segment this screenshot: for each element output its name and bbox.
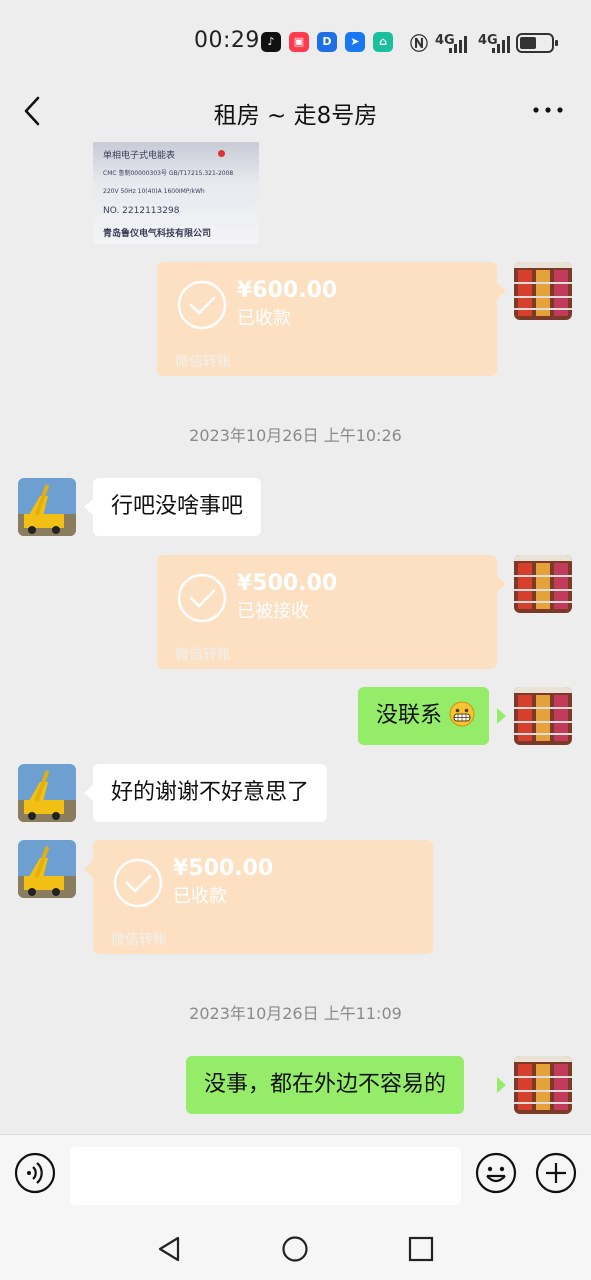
self-avatar[interactable] bbox=[514, 262, 572, 320]
transfer-footer: 微信转账 bbox=[111, 932, 167, 948]
transfer-footer: 微信转账 bbox=[175, 647, 231, 663]
self-avatar[interactable] bbox=[514, 687, 572, 745]
message-input[interactable] bbox=[70, 1147, 461, 1205]
grinning-face-emoji bbox=[449, 701, 475, 727]
check-circle-icon bbox=[113, 858, 163, 908]
transfer-card[interactable]: ¥500.00 已被接收 微信转账 bbox=[157, 555, 497, 669]
check-circle-icon bbox=[177, 573, 227, 623]
blue-arrow-app-icon: ➤ bbox=[345, 32, 365, 52]
input-bar bbox=[0, 1134, 591, 1223]
bubble-tail bbox=[84, 785, 93, 801]
tiktok-icon: ♪ bbox=[261, 32, 281, 52]
blue-d-app-icon: D bbox=[317, 32, 337, 52]
meter-led bbox=[218, 150, 225, 157]
transfer-card[interactable]: ¥500.00 已收款 微信转账 bbox=[93, 840, 433, 954]
check-circle-icon bbox=[177, 280, 227, 330]
meter-cert-text: CMC 鲁制00000303号 GB/T17215.321-2008 bbox=[103, 170, 234, 177]
self-avatar[interactable] bbox=[514, 1056, 572, 1114]
status-time: 00:29 bbox=[194, 28, 260, 53]
image-message[interactable]: 单相电子式电能表 CMC 鲁制00000303号 GB/T17215.321-2… bbox=[93, 142, 259, 244]
chat-header: 租房 ~ 走8号房 bbox=[0, 80, 591, 142]
contact-avatar[interactable] bbox=[18, 478, 76, 536]
system-nav-bar bbox=[0, 1222, 591, 1280]
bubble-tail bbox=[84, 499, 93, 515]
self-avatar[interactable] bbox=[514, 555, 572, 613]
sent-text-bubble[interactable]: 没事，都在外边不容易的 bbox=[186, 1056, 465, 1114]
nav-recents-icon[interactable] bbox=[406, 1234, 436, 1264]
bubble-tail bbox=[497, 283, 506, 299]
message-list[interactable]: 单相电子式电能表 CMC 鲁制00000303号 GB/T17215.321-2… bbox=[0, 142, 591, 1134]
message-timestamp: 2023年10月26日 上午11:09 bbox=[189, 1004, 402, 1023]
battery-icon bbox=[516, 33, 558, 53]
status-bar: 00:29 ♪ ▣ D ➤ ⌂ Ⓝ 4G 4G bbox=[0, 0, 591, 80]
contact-avatar[interactable] bbox=[18, 840, 76, 898]
message-timestamp: 2023年10月26日 上午10:26 bbox=[189, 426, 402, 445]
transfer-card[interactable]: ¥600.00 已收款 微信转账 bbox=[157, 262, 497, 376]
voice-icon[interactable] bbox=[14, 1152, 56, 1194]
nav-home-icon[interactable] bbox=[280, 1234, 310, 1264]
bubble-tail bbox=[497, 708, 506, 724]
bubble-tail bbox=[497, 576, 506, 592]
transfer-footer: 微信转账 bbox=[175, 354, 231, 370]
received-text-bubble[interactable]: 好的谢谢不好意思了 bbox=[93, 764, 328, 822]
meter-no-text: NO. 2212113298 bbox=[103, 206, 180, 216]
meter-specs-text: 220V 50Hz 10(40)A 1600IMP/kWh bbox=[103, 188, 205, 195]
received-text-bubble[interactable]: 行吧没啥事吧 bbox=[93, 478, 262, 536]
signal-icon bbox=[492, 36, 510, 53]
transfer-amount: ¥500.00 bbox=[237, 571, 338, 596]
contact-avatar[interactable] bbox=[18, 764, 76, 822]
transfer-amount: ¥600.00 bbox=[237, 278, 338, 303]
transfer-amount: ¥500.00 bbox=[173, 856, 274, 881]
transfer-status: 已收款 bbox=[237, 308, 291, 329]
meter-model-text: 单相电子式电能表 bbox=[103, 151, 176, 161]
transfer-status: 已被接收 bbox=[237, 601, 309, 622]
meter-maker-text: 青岛鲁仪电气科技有限公司 bbox=[103, 229, 212, 239]
teal-home-app-icon: ⌂ bbox=[373, 32, 393, 52]
emoji-icon[interactable] bbox=[475, 1152, 517, 1194]
sent-text: 没联系 bbox=[376, 703, 443, 728]
plus-icon[interactable] bbox=[535, 1152, 577, 1194]
transfer-status: 已收款 bbox=[173, 886, 227, 907]
sent-text-bubble[interactable]: 没联系 bbox=[358, 687, 490, 745]
chat-title: 租房 ~ 走8号房 bbox=[213, 103, 378, 129]
nfc-icon: Ⓝ bbox=[410, 34, 428, 55]
bubble-tail bbox=[84, 861, 93, 877]
red-app-icon: ▣ bbox=[289, 32, 309, 52]
bubble-tail bbox=[497, 1077, 506, 1093]
signal-icon bbox=[449, 36, 467, 53]
nav-back-icon[interactable] bbox=[154, 1234, 184, 1264]
more-dots-icon[interactable] bbox=[531, 98, 565, 122]
